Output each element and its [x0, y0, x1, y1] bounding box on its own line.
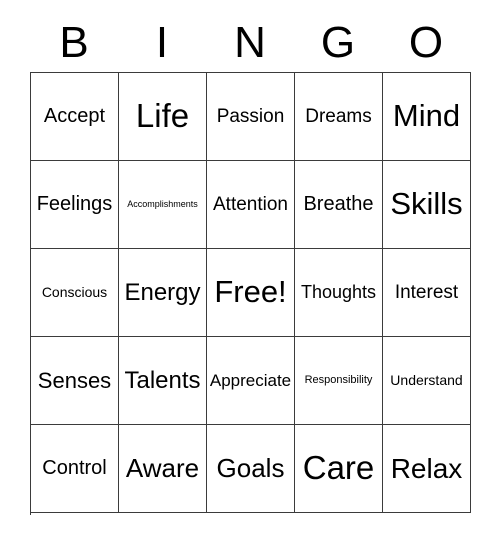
- bingo-cell-label: Feelings: [36, 193, 113, 215]
- bingo-cell-label: Breathe: [303, 193, 374, 215]
- bingo-cell[interactable]: Goals: [207, 425, 295, 513]
- bingo-cell[interactable]: Appreciate: [207, 337, 295, 425]
- bingo-cell-label: Attention: [213, 193, 288, 215]
- bingo-cell-label: Relax: [390, 452, 463, 484]
- bingo-cell[interactable]: Relax: [383, 425, 471, 513]
- bingo-cell-label: Senses: [37, 367, 112, 393]
- bingo-cell[interactable]: Dreams: [295, 73, 383, 161]
- bingo-cell[interactable]: Mind: [383, 73, 471, 161]
- header-letter-b: B: [59, 18, 89, 67]
- bingo-cell-label: Accomplishments: [127, 198, 198, 209]
- bingo-cell-label: Dreams: [305, 105, 372, 127]
- bingo-cell-label: Aware: [125, 452, 200, 483]
- bingo-cell-label: Life: [135, 97, 190, 135]
- bingo-cell-label: Mind: [392, 98, 461, 134]
- bingo-cell-label: Care: [302, 449, 375, 487]
- bingo-cell[interactable]: Care: [295, 425, 383, 513]
- bingo-cell-label: Talents: [124, 366, 201, 394]
- bingo-cell-label: Control: [42, 457, 107, 479]
- bingo-cell[interactable]: Aware: [119, 425, 207, 513]
- bingo-cell[interactable]: Thoughts: [295, 249, 383, 337]
- bingo-cell-label: Goals: [216, 452, 285, 483]
- bingo-cell[interactable]: Skills: [383, 161, 471, 249]
- bingo-cell-label: Understand: [390, 372, 463, 389]
- bingo-cell[interactable]: Passion: [207, 73, 295, 161]
- bingo-cell[interactable]: Control: [31, 425, 119, 513]
- bingo-cell[interactable]: Accept: [31, 73, 119, 161]
- bingo-cell[interactable]: Responsibility: [295, 337, 383, 425]
- header-letter-g: G: [320, 18, 356, 67]
- bingo-cell-label: Free!: [214, 274, 287, 310]
- bingo-cell-label: Thoughts: [300, 282, 377, 303]
- bingo-cell[interactable]: Attention: [207, 161, 295, 249]
- bingo-cell[interactable]: Accomplishments: [119, 161, 207, 249]
- bingo-cell[interactable]: Talents: [119, 337, 207, 425]
- bingo-card: B I N G O Accept Life Passion Dreams Min…: [0, 0, 500, 544]
- bingo-cell-label: Passion: [216, 105, 285, 127]
- bingo-cell-label: Skills: [390, 186, 463, 222]
- bingo-cell[interactable]: Breathe: [295, 161, 383, 249]
- bingo-cell[interactable]: Senses: [31, 337, 119, 425]
- bingo-cell[interactable]: Feelings: [31, 161, 119, 249]
- bingo-cell-label: Accept: [43, 105, 106, 127]
- bingo-header: B I N G O: [30, 14, 470, 72]
- bingo-cell[interactable]: Understand: [383, 337, 471, 425]
- bingo-grid: Accept Life Passion Dreams Mind Feelings…: [30, 72, 471, 515]
- bingo-cell-label: Appreciate: [209, 370, 292, 390]
- bingo-cell[interactable]: Interest: [383, 249, 471, 337]
- header-letter-n: N: [234, 18, 266, 67]
- header-letter-i: I: [155, 18, 169, 67]
- bingo-cell[interactable]: Energy: [119, 249, 207, 337]
- bingo-cell-label: Responsibility: [304, 373, 373, 386]
- bingo-cell[interactable]: Life: [119, 73, 207, 161]
- bingo-cell-free-space[interactable]: Free!: [207, 249, 295, 337]
- bingo-cell-label: Conscious: [41, 284, 108, 301]
- bingo-cell-label: Energy: [124, 278, 201, 306]
- bingo-cell-label: Interest: [394, 281, 459, 303]
- header-letter-o: O: [408, 18, 444, 67]
- bingo-cell[interactable]: Conscious: [31, 249, 119, 337]
